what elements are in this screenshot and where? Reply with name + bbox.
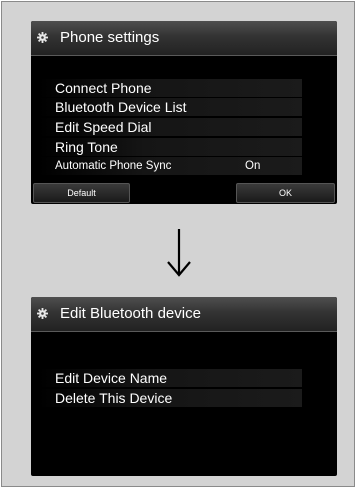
gear-icon xyxy=(37,32,48,43)
screen-title: Edit Bluetooth device xyxy=(60,305,201,322)
menu-item-label: Delete This Device xyxy=(55,390,173,406)
title-bar: Phone settings xyxy=(31,21,337,56)
phone-settings-screen: Phone settings Connect Phone Bluetooth D… xyxy=(31,21,337,204)
menu-item-value: On xyxy=(245,160,261,172)
ok-button[interactable]: OK xyxy=(236,183,335,203)
title-bar: Edit Bluetooth device xyxy=(31,297,337,332)
menu-item-connect-phone[interactable]: Connect Phone xyxy=(39,79,302,97)
menu-item-bluetooth-device-list[interactable]: Bluetooth Device List xyxy=(39,98,302,116)
edit-bluetooth-device-screen: Edit Bluetooth device Edit Device Name D… xyxy=(31,297,337,476)
menu-item-label: Automatic Phone Sync xyxy=(55,160,172,172)
menu-item-edit-device-name[interactable]: Edit Device Name xyxy=(39,369,302,387)
menu-item-delete-this-device[interactable]: Delete This Device xyxy=(39,389,302,407)
screen-title: Phone settings xyxy=(60,29,160,46)
down-arrow-icon xyxy=(167,229,191,277)
illustration-frame: Phone settings Connect Phone Bluetooth D… xyxy=(1,1,355,487)
menu-item-label: Ring Tone xyxy=(55,139,118,155)
menu-item-automatic-phone-sync[interactable]: Automatic Phone Sync On xyxy=(39,157,302,175)
menu-item-label: Edit Device Name xyxy=(55,370,168,386)
menu-item-edit-speed-dial[interactable]: Edit Speed Dial xyxy=(39,118,302,136)
menu-item-label: Bluetooth Device List xyxy=(55,99,187,115)
menu-item-label: Connect Phone xyxy=(55,80,152,96)
menu-item-label: Edit Speed Dial xyxy=(55,119,152,135)
gear-icon xyxy=(37,308,48,319)
default-button[interactable]: Default xyxy=(33,183,130,203)
menu-item-ring-tone[interactable]: Ring Tone xyxy=(39,138,302,156)
